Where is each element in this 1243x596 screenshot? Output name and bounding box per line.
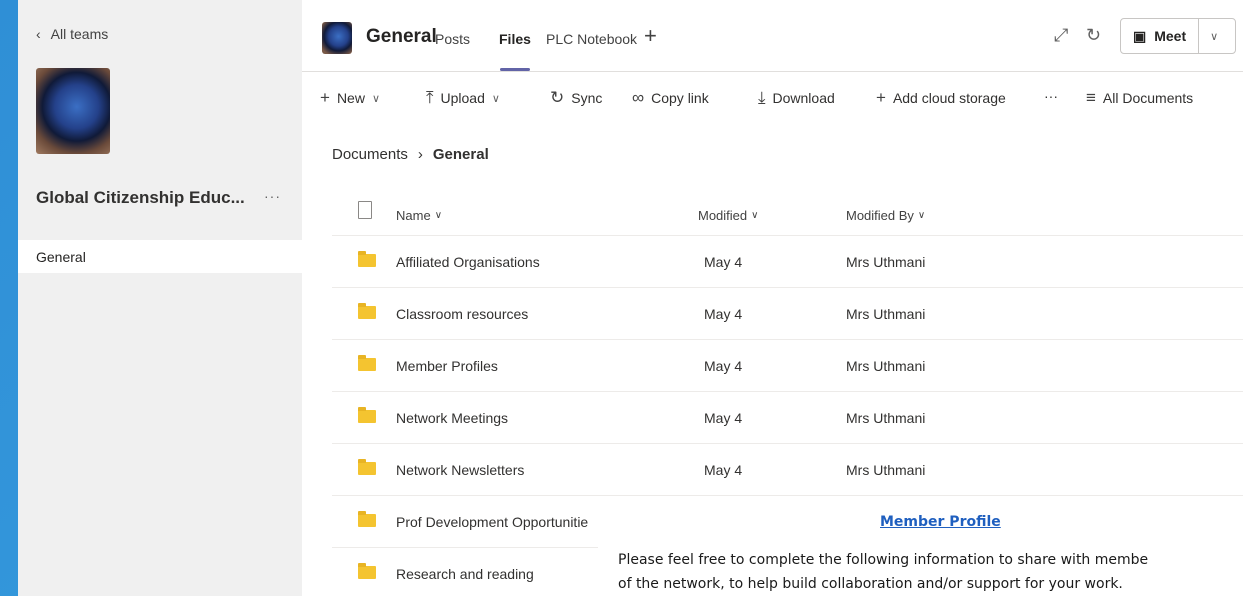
row-name[interactable]: Prof Development Opportunitie: [396, 514, 588, 530]
list-icon: ≡: [1086, 88, 1096, 107]
team-avatar: [36, 68, 110, 154]
overlay-title[interactable]: Member Profile: [880, 514, 1001, 530]
folder-icon: [358, 459, 376, 475]
tab-plc-notebook[interactable]: PLC Notebook: [546, 31, 637, 47]
add-cloud-label: Add cloud storage: [892, 90, 1006, 106]
row-modified-by: Mrs Uthmani: [846, 462, 926, 478]
table-row[interactable]: Network Meetings May 4 Mrs Uthmani: [332, 392, 1243, 444]
row-modified: May 4: [704, 306, 743, 322]
folder-icon: [358, 303, 376, 319]
column-name-label: Name: [396, 208, 431, 223]
copy-link-button[interactable]: ∞ Copy link: [632, 88, 709, 108]
row-modified-by: Mrs Uthmani: [846, 410, 926, 426]
link-icon: ∞: [632, 88, 645, 107]
folder-icon: [358, 407, 376, 423]
chevron-left-icon: ‹: [36, 26, 41, 42]
camera-icon: ▣: [1133, 27, 1147, 44]
meet-label: Meet: [1154, 28, 1187, 44]
add-tab-button[interactable]: +: [644, 23, 657, 49]
overlay-line-2: of the network, to help build collaborat…: [618, 576, 1123, 592]
row-name[interactable]: Network Newsletters: [396, 462, 524, 478]
team-name[interactable]: Global Citizenship Educ...: [36, 188, 245, 208]
new-button[interactable]: + New ∨: [320, 88, 380, 108]
table-row[interactable]: Classroom resources May 4 Mrs Uthmani: [332, 288, 1243, 340]
column-modified-label: Modified: [698, 208, 748, 223]
breadcrumb-documents[interactable]: Documents: [332, 146, 408, 163]
column-modified-by-label: Modified By: [846, 208, 914, 223]
breadcrumb-current: General: [432, 146, 489, 163]
table-row[interactable]: Affiliated Organisations May 4 Mrs Uthma…: [332, 236, 1243, 288]
copy-link-label: Copy link: [651, 90, 709, 106]
all-teams-label: All teams: [50, 26, 109, 42]
row-modified: May 4: [704, 254, 743, 270]
sync-button[interactable]: ↻ Sync: [550, 88, 602, 108]
row-modified: May 4: [704, 410, 743, 426]
table-row[interactable]: Network Newsletters May 4 Mrs Uthmani: [332, 444, 1243, 496]
refresh-icon[interactable]: ↻: [1086, 25, 1101, 46]
download-label: Download: [772, 90, 835, 106]
row-name[interactable]: Affiliated Organisations: [396, 254, 540, 270]
overlay-text: Please feel free to complete the followi…: [618, 548, 1148, 596]
row-modified: May 4: [704, 462, 743, 478]
overlay-line-1: Please feel free to complete the followi…: [618, 552, 1149, 568]
upload-icon: ⤒: [426, 88, 434, 107]
breadcrumb: Documents › General: [332, 146, 489, 163]
expand-icon[interactable]: ⤢: [1054, 25, 1068, 46]
upload-label: Upload: [440, 90, 485, 106]
row-name[interactable]: Network Meetings: [396, 410, 508, 426]
folder-icon: [358, 563, 376, 579]
channel-header: General Posts Files PLC Notebook + ⤢ ↻ ▣…: [302, 0, 1243, 72]
folder-icon: [358, 511, 376, 527]
active-tab-indicator: [500, 68, 530, 71]
member-profile-overlay: Member Profile Please feel free to compl…: [598, 498, 1243, 596]
left-pane: ‹ All teams Global Citizenship Educ... ·…: [18, 0, 302, 596]
folder-icon: [358, 251, 376, 267]
download-button[interactable]: ⤓ Download: [758, 88, 835, 108]
chevron-down-icon: ∨: [917, 210, 926, 221]
chevron-down-icon: ∨: [751, 210, 759, 221]
sync-label: Sync: [571, 90, 603, 106]
row-modified-by: Mrs Uthmani: [846, 254, 926, 270]
more-options-icon[interactable]: ···: [264, 188, 281, 204]
channel-avatar: [322, 22, 352, 54]
chevron-down-icon: ∨: [491, 92, 500, 105]
chevron-down-icon: ∨: [371, 92, 381, 105]
chevron-down-icon[interactable]: ∨: [1199, 30, 1229, 43]
channel-general[interactable]: General: [18, 240, 302, 273]
plus-icon: +: [320, 88, 330, 107]
chevron-right-icon: ›: [417, 146, 423, 163]
view-selector[interactable]: ≡ All Documents: [1086, 88, 1193, 108]
tab-files[interactable]: Files: [499, 31, 531, 47]
row-modified-by: Mrs Uthmani: [846, 306, 926, 322]
row-name[interactable]: Member Profiles: [396, 358, 498, 374]
all-teams-link[interactable]: ‹ All teams: [36, 26, 108, 42]
folder-icon: [358, 355, 376, 371]
more-commands-button[interactable]: ···: [1044, 88, 1058, 104]
table-row[interactable]: Member Profiles May 4 Mrs Uthmani: [332, 340, 1243, 392]
table-header: Name ∨ Modified ∨ Modified By ∨: [332, 198, 1243, 236]
file-type-icon: [358, 201, 372, 219]
row-modified: May 4: [704, 358, 743, 374]
view-label: All Documents: [1102, 90, 1194, 106]
command-bar: + New ∨ ⤒ Upload ∨ ↻ Sync ∞ Copy link ⤓ …: [302, 74, 1243, 120]
chevron-down-icon: ∨: [434, 210, 443, 221]
upload-button[interactable]: ⤒ Upload ∨: [426, 88, 500, 108]
row-name[interactable]: Classroom resources: [396, 306, 528, 322]
row-name[interactable]: Research and reading: [396, 566, 534, 582]
channel-title: General: [366, 26, 437, 47]
download-icon: ⤓: [758, 88, 766, 107]
sync-icon: ↻: [550, 88, 565, 107]
add-cloud-storage-button[interactable]: + Add cloud storage: [876, 88, 1006, 108]
tab-posts[interactable]: Posts: [435, 31, 470, 47]
plus-icon: +: [876, 88, 886, 107]
meet-button[interactable]: ▣ Meet ∨: [1120, 18, 1236, 54]
column-modified[interactable]: Modified ∨: [698, 208, 758, 223]
new-label: New: [336, 90, 365, 106]
column-modified-by[interactable]: Modified By ∨: [846, 208, 925, 223]
column-name[interactable]: Name ∨: [396, 208, 442, 223]
row-modified-by: Mrs Uthmani: [846, 358, 926, 374]
